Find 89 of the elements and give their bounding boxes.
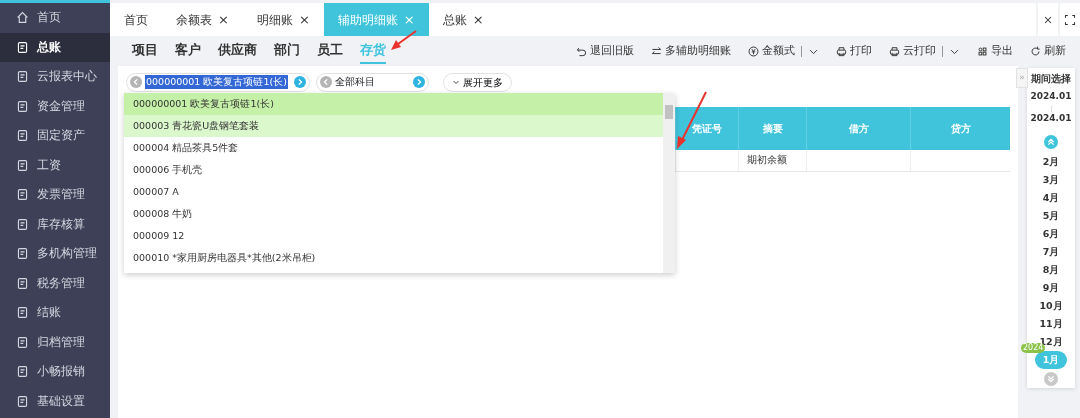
month-item[interactable]: 2月 — [1035, 153, 1067, 172]
document-icon — [16, 394, 29, 408]
sidebar-item[interactable]: 固定资产 — [0, 121, 110, 151]
document-icon — [16, 335, 29, 349]
sidebar-item[interactable]: 多机构管理 — [0, 239, 110, 269]
period-title: 期间选择 — [1031, 72, 1071, 86]
scroll-down-icon[interactable] — [1044, 372, 1058, 387]
close-mark[interactable]: × — [218, 9, 229, 30]
close-mark[interactable]: × — [298, 9, 310, 30]
tab[interactable]: 余额表 × — [162, 3, 243, 36]
printer-icon — [836, 45, 847, 57]
month-item[interactable]: 10月 — [1035, 297, 1067, 316]
dropdown-option[interactable]: 000008 牛奶 — [124, 203, 663, 225]
document-icon — [16, 247, 29, 261]
sidebar-item[interactable]: 首页 — [0, 3, 110, 33]
tab[interactable]: 明细账 × — [242, 3, 324, 36]
dropdown-option[interactable]: 000007 A — [124, 181, 663, 203]
sidebar-item[interactable]: 归档管理 — [0, 327, 110, 357]
document-icon — [16, 217, 29, 231]
coin-icon — [748, 45, 759, 57]
refresh-icon — [1030, 45, 1041, 57]
printer-icon — [889, 45, 900, 57]
swap-icon — [651, 45, 662, 57]
sidebar-item[interactable]: 基础设置 — [0, 386, 110, 416]
month-item[interactable]: 7月 — [1035, 243, 1067, 262]
tab[interactable]: 总账 × — [428, 3, 498, 36]
toolbar-button[interactable]: 多辅助明细账 — [651, 43, 731, 59]
sidebar-item[interactable]: 工资 — [0, 150, 110, 180]
document-icon — [16, 99, 29, 113]
column-header: 贷方 — [910, 107, 1010, 150]
column-header: 借方 — [806, 107, 910, 150]
dropdown-option[interactable]: 000000001 欧美复古项链1(长) — [124, 93, 663, 115]
category-tab[interactable]: 员工 — [317, 38, 343, 64]
sidebar-item[interactable]: 库存核算 — [0, 209, 110, 239]
dropdown-option[interactable]: 000003 青花瓷U盘钢笔套装 — [124, 115, 663, 137]
month-item[interactable]: 3月 — [1035, 171, 1067, 190]
dropdown-option[interactable]: 000004 精品茶具5件套 — [124, 137, 663, 159]
document-icon — [16, 188, 29, 202]
month-item[interactable]: 8月 — [1035, 261, 1067, 280]
category-tab[interactable]: 项目 — [132, 38, 158, 64]
dropdown-option[interactable]: 000010 *家用厨房电器具*其他(2米吊柜) — [124, 247, 663, 269]
document-icon — [16, 70, 29, 84]
category-tab[interactable]: 供应商 — [218, 38, 257, 64]
document-icon — [16, 276, 29, 290]
period-end: 2024.01 — [1030, 111, 1072, 125]
caret-icon — [451, 78, 460, 86]
toolbar-button[interactable]: 金额式 — [748, 43, 819, 59]
category-tab[interactable]: 客户 — [175, 38, 201, 64]
month-item[interactable]: 4月 — [1035, 189, 1067, 208]
document-icon — [16, 306, 29, 320]
sidebar-item[interactable]: 结账 — [0, 298, 110, 328]
sidebar-item[interactable]: 云报表中心 — [0, 62, 110, 92]
next-icon — [293, 76, 306, 88]
month-item[interactable]: 5月 — [1035, 207, 1067, 226]
table-cell: 期初余额 — [738, 150, 806, 171]
document-icon — [16, 158, 29, 172]
period-start: 2024.01 — [1030, 90, 1072, 104]
toolbar-button[interactable]: 刷新 — [1030, 43, 1066, 59]
sidebar-item[interactable]: 发票管理 — [0, 180, 110, 210]
tab[interactable]: 首页 — [110, 3, 162, 36]
sidebar-item[interactable]: 资金管理 — [0, 91, 110, 121]
toolbar-button[interactable]: 导出 — [977, 43, 1013, 59]
scroll-up-icon[interactable] — [1044, 135, 1058, 150]
toolbar-button[interactable]: 退回旧版 — [576, 43, 634, 59]
previous-icon — [319, 76, 332, 88]
month-item[interactable]: 11月 — [1035, 315, 1067, 334]
fullscreen-icon — [1064, 13, 1076, 26]
document-icon — [16, 129, 29, 143]
close-mark[interactable]: × — [472, 9, 484, 30]
column-header: 摘要 — [738, 107, 806, 150]
sidebar-item[interactable]: 小畅报销 — [0, 357, 110, 387]
month-item[interactable]: 6月 — [1035, 225, 1067, 244]
export-icon — [977, 45, 988, 57]
dropdown-option[interactable]: 000009 12 — [124, 225, 663, 247]
next-icon — [412, 76, 425, 88]
month-item[interactable]: 9月 — [1035, 279, 1067, 298]
category-tab[interactable]: 部门 — [274, 38, 300, 64]
toolbar-button[interactable]: 打印 — [836, 43, 872, 59]
scrollbar[interactable] — [663, 93, 675, 273]
document-icon — [16, 40, 29, 54]
toolbar-button[interactable]: 云打印 — [889, 43, 960, 59]
sidebar-item[interactable]: 总账 — [0, 32, 110, 62]
document-icon — [16, 365, 29, 379]
undo-icon — [576, 45, 587, 57]
previous-icon — [130, 76, 142, 88]
home-icon — [16, 11, 29, 25]
sidebar-item[interactable]: 税务管理 — [0, 268, 110, 298]
dropdown-option[interactable]: 000006 手机壳 — [124, 159, 663, 181]
expand-button[interactable]: 展开更多 — [442, 72, 512, 92]
